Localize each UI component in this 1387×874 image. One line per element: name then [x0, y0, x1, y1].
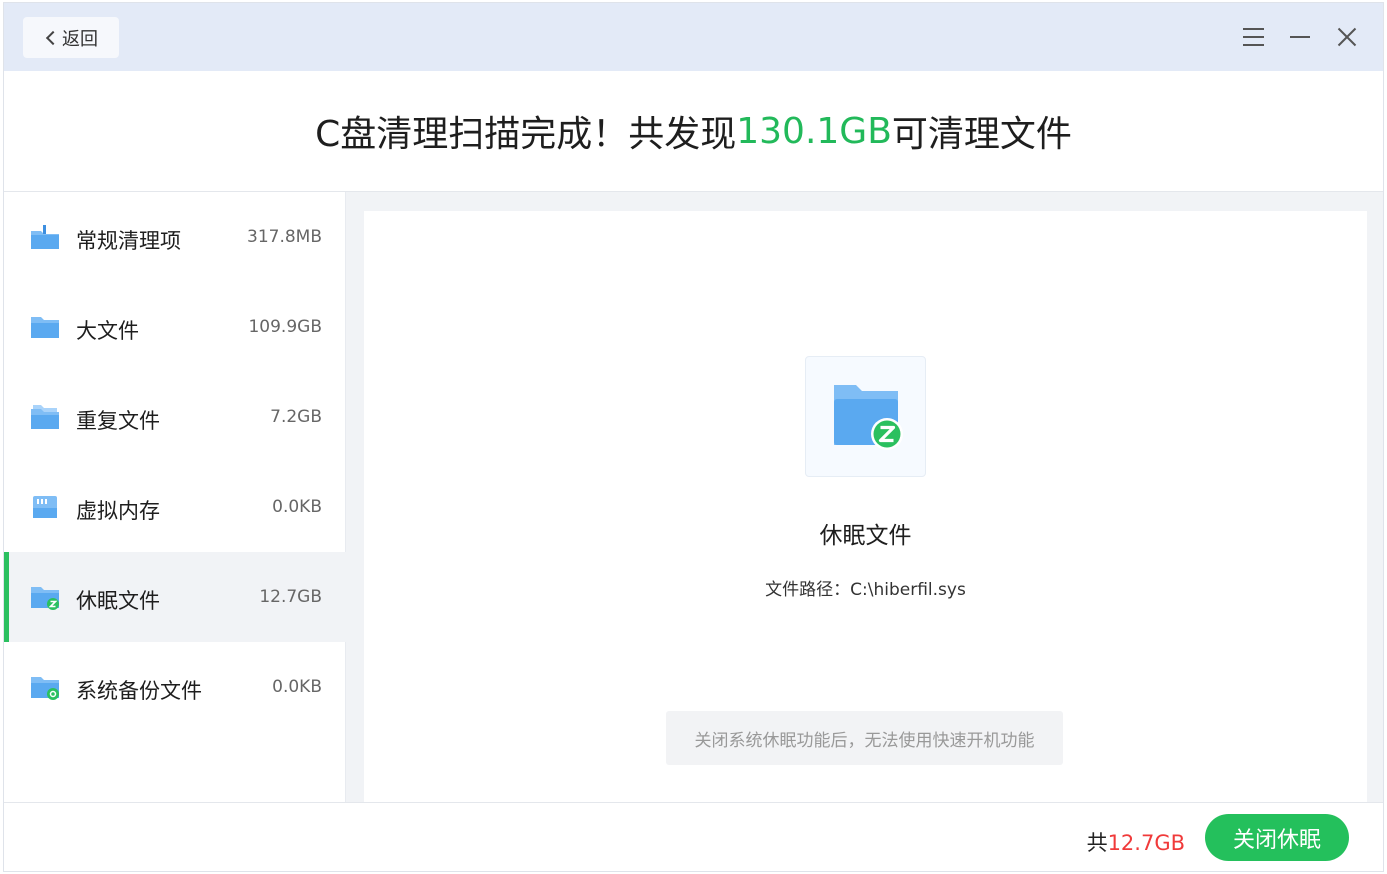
path-label: 文件路径：	[765, 580, 851, 600]
sidebar-item-label: 大文件	[76, 319, 139, 343]
back-button-label: 返回	[62, 28, 98, 50]
sidebar-item-size: 0.0KB	[272, 497, 322, 517]
total-size: 共12.7GB	[1087, 827, 1185, 857]
app-window: 返回 C盘清理扫描完成！共发现 130.1GB 可清理文件 常规清理项 317.…	[3, 2, 1384, 872]
title-bar: 返回	[4, 3, 1383, 71]
hibernation-notice: 关闭系统休眠功能后，无法使用快速开机功能	[666, 711, 1063, 765]
sidebar-item-label: 常规清理项	[76, 229, 181, 253]
sidebar-item-label: 重复文件	[76, 409, 160, 433]
sidebar-item-large-files[interactable]: 大文件 109.9GB	[4, 282, 346, 372]
heading-suffix: 可清理文件	[891, 114, 1072, 155]
folder-icon	[31, 317, 59, 338]
sidebar-item-hibernation-file[interactable]: 休眠文件 12.7GB	[4, 552, 346, 642]
total-amount: 12.7GB	[1107, 831, 1185, 855]
sidebar-item-size: 0.0KB	[272, 677, 322, 697]
sidebar-item-label: 系统备份文件	[76, 679, 202, 703]
chevron-left-icon	[45, 30, 61, 45]
category-sidebar: 常规清理项 317.8MB 大文件 109.9GB 重复文件 7.2GB 虚拟内…	[4, 192, 346, 802]
scan-result-heading: C盘清理扫描完成！共发现 130.1GB 可清理文件	[4, 71, 1383, 192]
sidebar-item-label: 虚拟内存	[76, 499, 160, 523]
backup-folder-icon	[31, 677, 59, 700]
back-button[interactable]: 返回	[23, 17, 119, 58]
path-value: C:\hiberfil.sys	[850, 580, 966, 600]
disable-hibernation-button[interactable]: 关闭休眠	[1205, 814, 1349, 861]
heading-prefix: C盘清理扫描完成！共发现	[315, 114, 737, 155]
detail-path: 文件路径：C:\hiberfil.sys	[364, 575, 1367, 600]
hibernation-file-icon	[805, 356, 926, 477]
sidebar-item-virtual-memory[interactable]: 虚拟内存 0.0KB	[4, 462, 346, 552]
sidebar-item-system-backup[interactable]: 系统备份文件 0.0KB	[4, 642, 346, 732]
sidebar-item-label: 休眠文件	[76, 589, 160, 613]
memory-card-icon	[33, 496, 57, 518]
sidebar-item-duplicate-files[interactable]: 重复文件 7.2GB	[4, 372, 346, 462]
sidebar-item-size: 317.8MB	[247, 227, 322, 247]
sleep-folder-icon	[31, 587, 59, 610]
sidebar-item-size: 7.2GB	[270, 407, 322, 427]
total-prefix: 共	[1086, 831, 1108, 855]
detail-title: 休眠文件	[819, 523, 912, 549]
broom-folder-icon	[31, 225, 59, 249]
sidebar-item-regular-cleanup[interactable]: 常规清理项 317.8MB	[4, 192, 346, 282]
detail-card: 休眠文件 文件路径：C:\hiberfil.sys 关闭系统休眠功能后，无法使用…	[364, 211, 1367, 811]
menu-icon[interactable]	[1240, 23, 1268, 51]
heading-amount: 130.1GB	[736, 110, 892, 152]
close-icon[interactable]	[1334, 23, 1362, 51]
minimize-icon[interactable]	[1287, 23, 1315, 51]
sidebar-item-size: 109.9GB	[248, 317, 322, 337]
footer-bar: 共12.7GB 关闭休眠	[4, 802, 1383, 871]
sidebar-item-size: 12.7GB	[259, 587, 322, 607]
duplicate-folder-icon	[31, 405, 59, 429]
